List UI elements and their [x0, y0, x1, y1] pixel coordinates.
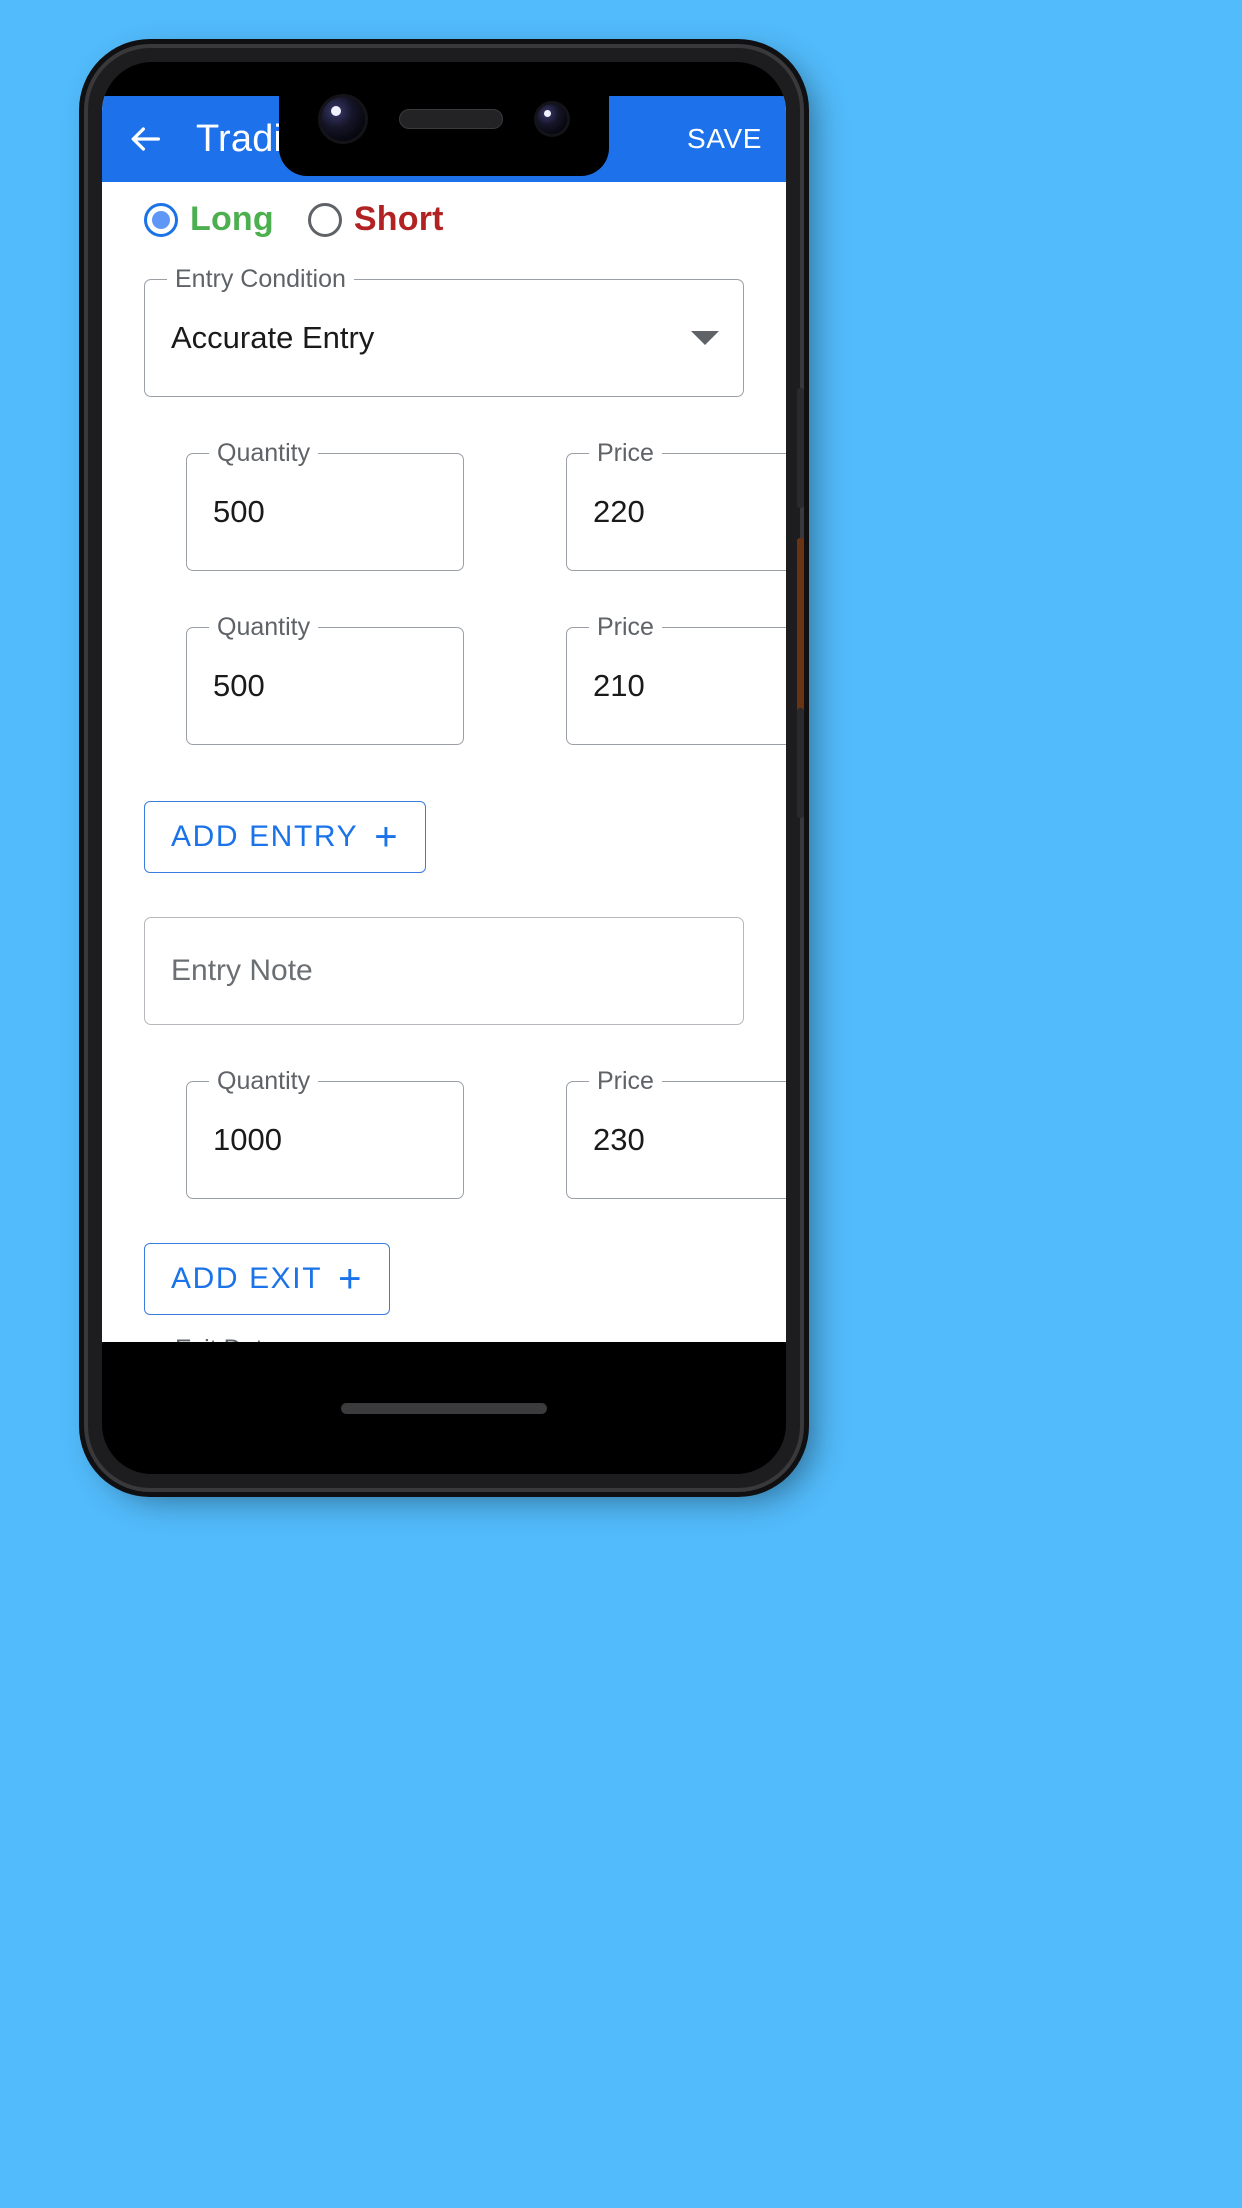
add-entry-label: ADD ENTRY [171, 820, 359, 853]
entry-quantity-input[interactable]: Quantity 500 [186, 440, 464, 571]
exit-price-value: 230 [593, 1122, 645, 1157]
secondary-camera-icon [537, 104, 567, 134]
exit-quantity-value: 1000 [213, 1122, 282, 1157]
radio-selected-icon [144, 202, 178, 237]
entry-quantity-value: 500 [213, 668, 265, 703]
radio-unselected-icon [307, 202, 342, 237]
page-backdrop: Trading Bo... SAVE Long [0, 0, 1242, 2208]
entry-price-value: 210 [593, 668, 645, 703]
entry-price-label: Price [589, 440, 662, 466]
trade-type-radio-group: Long Short [102, 182, 786, 245]
nav-gesture-pill[interactable] [341, 1402, 547, 1414]
chevron-down-icon[interactable] [691, 331, 719, 345]
radio-option-long[interactable]: Long [144, 200, 274, 239]
entry-condition-label: Entry Condition [167, 266, 354, 292]
phone-screen-bezel: Trading Bo... SAVE Long [102, 62, 786, 1474]
entry-quantity-input[interactable]: Quantity 500 [186, 614, 464, 745]
entry-condition-value: Accurate Entry [171, 320, 375, 355]
entry-price-label: Price [589, 614, 662, 640]
entry-row: Quantity 500 Price 220 [102, 440, 786, 571]
radio-label-long: Long [190, 200, 274, 238]
entry-condition-select[interactable]: Entry Condition Accurate Entry [144, 266, 744, 397]
exit-price-label: Price [589, 1068, 662, 1094]
plus-icon: + [338, 1257, 364, 1301]
front-camera-icon [321, 97, 365, 141]
phone-side-button-volume[interactable] [797, 388, 804, 508]
add-exit-label: ADD EXIT [171, 1262, 323, 1295]
entry-quantity-label: Quantity [209, 614, 319, 640]
exit-price-input[interactable]: Price 230 [566, 1068, 786, 1199]
entry-price-input[interactable]: Price 220 [566, 440, 786, 571]
trade-form: Long Short Entry Condition Accurate Entr… [102, 182, 786, 1370]
entry-note-input[interactable]: Entry Note [144, 917, 744, 1025]
entry-quantity-value: 500 [213, 494, 265, 529]
app-screen: Trading Bo... SAVE Long [102, 96, 786, 1370]
entry-price-input[interactable]: Price 210 [566, 614, 786, 745]
phone-device: Trading Bo... SAVE Long [88, 48, 804, 1488]
entry-row: Quantity 500 Price 210 [102, 614, 786, 745]
add-exit-button[interactable]: ADD EXIT + [144, 1243, 391, 1315]
earpiece-speaker [399, 109, 503, 129]
entry-quantity-label: Quantity [209, 440, 319, 466]
radio-option-short[interactable]: Short [307, 200, 444, 239]
phone-notch [279, 62, 609, 176]
add-entry-button-wrap: ADD ENTRY + [102, 801, 786, 873]
exit-quantity-input[interactable]: Quantity 1000 [186, 1068, 464, 1199]
radio-label-short: Short [353, 200, 444, 238]
add-exit-button-wrap: ADD EXIT + [102, 1243, 786, 1315]
phone-chin [102, 1342, 786, 1474]
save-button[interactable]: SAVE [681, 115, 768, 163]
exit-quantity-label: Quantity [209, 1068, 319, 1094]
back-arrow-icon[interactable] [122, 116, 168, 162]
exit-row: Quantity 1000 Price 230 [102, 1068, 786, 1199]
phone-side-button-extra[interactable] [797, 708, 804, 818]
add-entry-button[interactable]: ADD ENTRY + [144, 801, 427, 873]
plus-icon: + [374, 815, 400, 859]
entry-price-value: 220 [593, 494, 645, 529]
entry-note-placeholder: Entry Note [171, 954, 313, 987]
